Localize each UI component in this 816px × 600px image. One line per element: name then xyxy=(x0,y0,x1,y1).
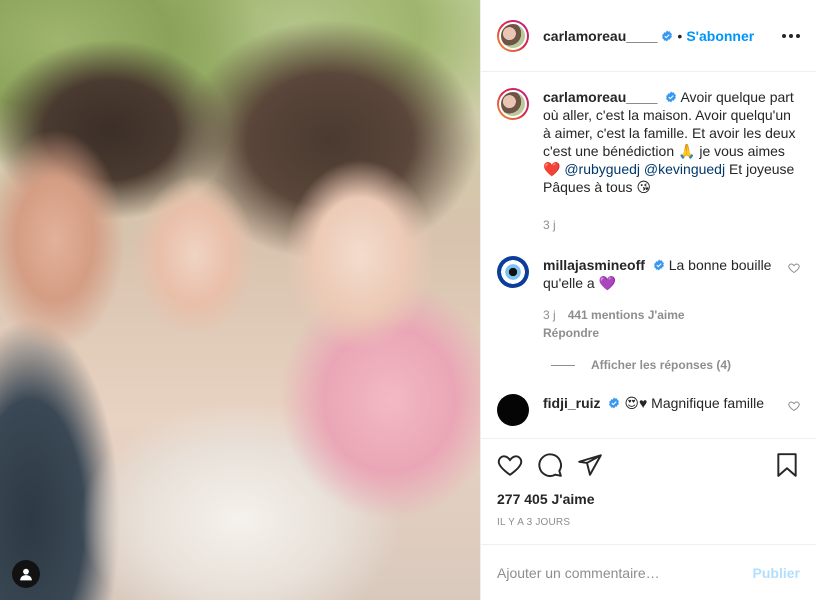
user-icon xyxy=(20,568,32,581)
post-header: carlamoreau____ • S'abonner xyxy=(481,0,816,72)
comment-text: Magnifique famille xyxy=(647,395,764,411)
post-sidebar: carlamoreau____ • S'abonner carlamoreau_… xyxy=(480,0,816,600)
verified-badge-icon xyxy=(666,91,677,103)
like-heart-icon[interactable] xyxy=(497,452,523,478)
add-comment-bar: Publier xyxy=(481,544,816,600)
heart-eyes-emoji: 😍 xyxy=(624,395,639,411)
comment-likes[interactable]: 441 mentions J'aime xyxy=(568,306,685,324)
author-avatar[interactable] xyxy=(497,19,529,52)
post-actions: 277 405 J'aime IL Y A 3 JOURS xyxy=(481,438,816,544)
comment-icon[interactable] xyxy=(537,452,563,478)
caption-time[interactable]: 3 j xyxy=(543,216,556,234)
red-heart-emoji: ❤️ xyxy=(543,161,561,177)
comment-time[interactable]: 3 j xyxy=(543,306,556,324)
post-dialog: carlamoreau____ • S'abonner carlamoreau_… xyxy=(0,0,816,600)
verified-badge-icon xyxy=(662,30,673,41)
save-bookmark-icon[interactable] xyxy=(774,452,800,478)
view-replies-button[interactable]: Afficher les réponses (4) xyxy=(551,358,800,372)
follow-button[interactable]: S'abonner xyxy=(686,28,754,44)
tagged-users-button[interactable] xyxy=(12,560,40,588)
caption-text: je vous aimes xyxy=(695,143,785,159)
pray-emoji: 🙏 xyxy=(678,143,696,159)
verified-badge-icon xyxy=(609,397,620,409)
post-date[interactable]: IL Y A 3 JOURS xyxy=(497,517,800,544)
caption-item: carlamoreau____ Avoir quelque part où al… xyxy=(497,88,800,234)
purple-heart-emoji: 💜 xyxy=(598,275,617,291)
comments-list[interactable]: carlamoreau____ Avoir quelque part où al… xyxy=(481,72,816,438)
caption-username[interactable]: carlamoreau____ xyxy=(543,89,657,105)
publish-button[interactable]: Publier xyxy=(753,565,800,581)
like-comment-heart-icon[interactable] xyxy=(788,400,800,412)
comment-username[interactable]: millajasmineoff xyxy=(543,257,645,273)
more-options-icon[interactable] xyxy=(782,33,800,38)
comment-username[interactable]: fidji_ruiz xyxy=(543,395,601,411)
caption-avatar[interactable] xyxy=(497,88,529,120)
share-icon[interactable] xyxy=(577,452,603,478)
reply-button[interactable]: Répondre xyxy=(543,324,788,342)
author-username[interactable]: carlamoreau____ xyxy=(543,28,657,44)
commenter-avatar[interactable] xyxy=(497,256,529,288)
comment-item: fidji_ruiz 😍♥ Magnifique famille xyxy=(497,394,800,426)
likes-count[interactable]: 277 405 J'aime xyxy=(497,491,800,507)
verified-badge-icon xyxy=(653,259,664,271)
kiss-emoji: 😘 xyxy=(636,179,652,195)
post-photo[interactable] xyxy=(0,0,480,600)
mention-link[interactable]: @kevinguedj xyxy=(644,161,725,177)
like-comment-heart-icon[interactable] xyxy=(788,262,800,274)
mention-link[interactable]: @rubyguedj xyxy=(564,161,640,177)
view-replies-label: Afficher les réponses (4) xyxy=(591,358,732,372)
comment-input[interactable] xyxy=(497,564,753,581)
commenter-avatar[interactable] xyxy=(497,394,529,426)
comment-item: millajasmineoff La bonne bouille qu'elle… xyxy=(497,256,800,342)
separator-dot: • xyxy=(677,27,683,44)
